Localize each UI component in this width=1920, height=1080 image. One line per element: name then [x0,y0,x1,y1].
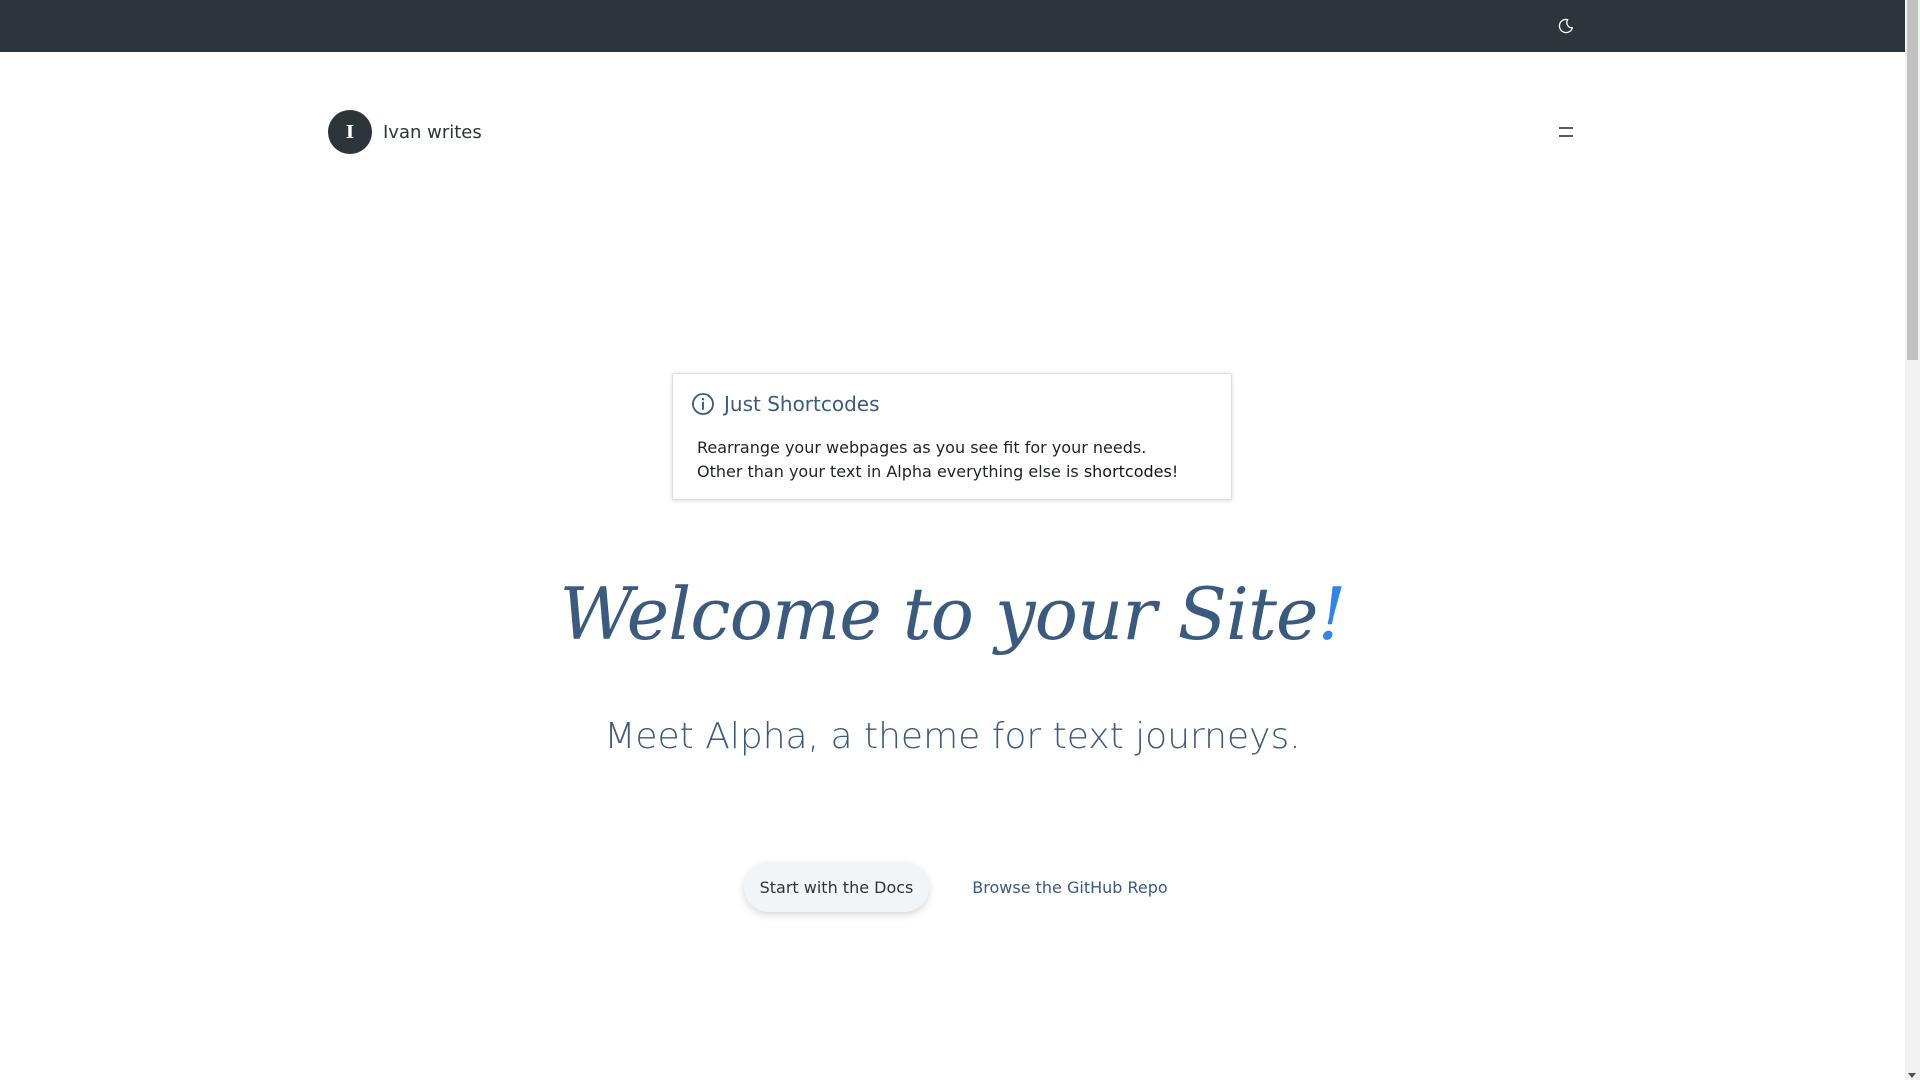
top-bar [0,0,1905,52]
info-icon [692,393,714,415]
page: I Ivan writes Just Shortcodes Rearrange … [0,0,1905,1080]
vertical-scrollbar[interactable] [1905,0,1920,1080]
home-link[interactable]: I Ivan writes [328,110,482,154]
callout-header: Just Shortcodes [691,392,880,416]
moon-icon [1558,18,1574,34]
callout-title: Just Shortcodes [724,392,880,416]
hero-title: Welcome to your Site! [0,566,1905,662]
hero-subtitle: Meet Alpha, a theme for text journeys. [604,716,1301,757]
menu-button[interactable] [1556,122,1576,142]
callout-line-1: Rearrange your webpages as you see fit f… [697,438,1147,457]
hero-title-accent: ! [1317,572,1347,656]
menu-icon [1559,127,1573,137]
info-callout: Just Shortcodes Rearrange your webpages … [672,373,1232,500]
callout-shortcodes-emphasis: shortcodes [1083,462,1172,481]
start-with-docs-button[interactable]: Start with the Docs [744,862,929,912]
callout-body: Rearrange your webpages as you see fit f… [697,436,1178,484]
cta-row: Start with the Docs Browse the GitHub Re… [0,862,1905,912]
site-header: I Ivan writes [328,110,1576,154]
browse-github-repo-link[interactable]: Browse the GitHub Repo [960,862,1180,912]
scrollbar-thumb[interactable] [1907,0,1918,360]
site-name: Ivan writes [383,121,482,143]
callout-line-2-text: Other than your text in Alpha everything… [697,462,1084,481]
theme-toggle-button[interactable] [1556,16,1576,36]
scroll-down-arrow-icon[interactable] [1908,1073,1916,1078]
callout-line-2-suffix: ! [1171,462,1179,481]
avatar: I [328,110,372,154]
callout-line-2: Other than your text in Alpha everything… [697,460,1178,484]
hero-title-text: Welcome to your Site [559,572,1319,656]
